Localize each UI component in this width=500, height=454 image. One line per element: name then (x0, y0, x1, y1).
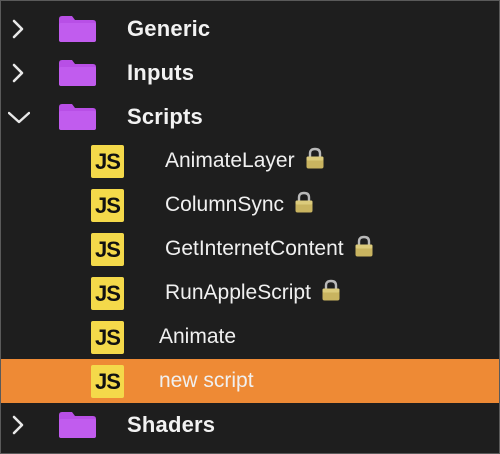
folder-row-generic[interactable]: Generic (1, 7, 499, 51)
folder-row-shaders[interactable]: Shaders (1, 403, 499, 447)
lock-icon (354, 235, 374, 257)
folder-label: Generic (127, 16, 211, 41)
script-row-getinternetcontent[interactable]: JS GetInternetContent (1, 227, 499, 271)
javascript-file-icon: JS (91, 189, 124, 222)
script-label: GetInternetContent (165, 237, 344, 260)
javascript-file-icon: JS (91, 233, 124, 266)
folder-icon (59, 16, 96, 42)
script-row-new-script[interactable]: JS new script (1, 359, 499, 403)
javascript-file-icon: JS (91, 145, 124, 178)
javascript-file-icon: JS (91, 277, 124, 310)
chevron-right-icon[interactable] (8, 16, 30, 42)
folder-icon (59, 60, 96, 86)
folder-label: Inputs (127, 60, 195, 85)
folder-label: Scripts (127, 104, 203, 129)
script-row-animate[interactable]: JS Animate (1, 315, 499, 359)
script-row-columnsync[interactable]: JS ColumnSync (1, 183, 499, 227)
folder-label: Shaders (127, 412, 216, 437)
script-browser-tree: Generic Inputs Scripts JS AnimateLayer J… (0, 0, 500, 454)
chevron-right-icon[interactable] (8, 60, 30, 86)
folder-icon (59, 104, 96, 130)
script-row-runapplescript[interactable]: JS RunAppleScript (1, 271, 499, 315)
chevron-down-icon[interactable] (8, 104, 30, 130)
lock-icon (294, 191, 314, 213)
folder-row-scripts[interactable]: Scripts (1, 95, 499, 139)
chevron-right-icon[interactable] (8, 412, 30, 438)
folder-row-inputs[interactable]: Inputs (1, 51, 499, 95)
script-label: RunAppleScript (165, 281, 311, 304)
script-label: AnimateLayer (165, 149, 295, 172)
folder-icon (59, 412, 96, 438)
lock-icon (321, 279, 341, 301)
script-label: Animate (159, 325, 237, 348)
script-row-animatelayer[interactable]: JS AnimateLayer (1, 139, 499, 183)
javascript-file-icon: JS (91, 365, 124, 398)
javascript-file-icon: JS (91, 321, 124, 354)
script-label[interactable]: new script (159, 359, 254, 403)
lock-icon (305, 147, 325, 169)
script-label: ColumnSync (165, 193, 285, 216)
